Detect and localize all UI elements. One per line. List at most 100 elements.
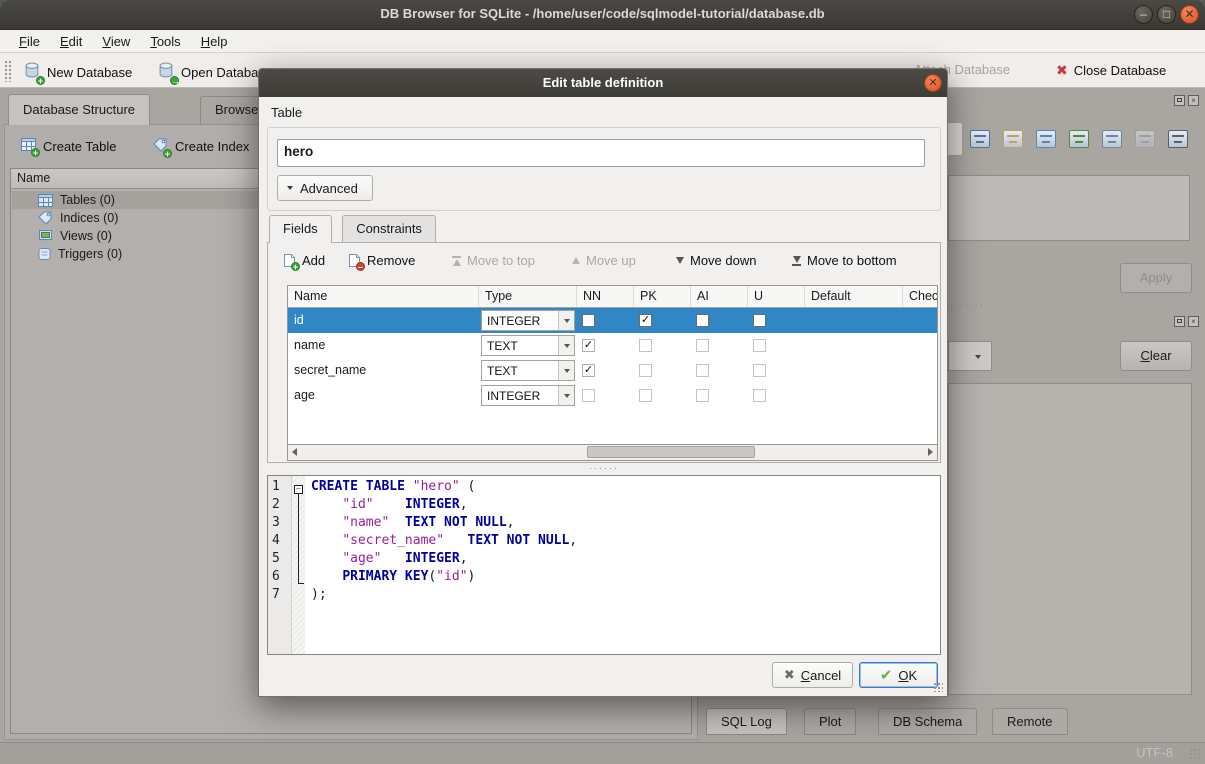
menu-file[interactable]: File	[10, 32, 49, 51]
dock-float-icon[interactable]	[1174, 316, 1185, 327]
create-table-button[interactable]: + Create Table	[14, 134, 123, 158]
sql-preview[interactable]: – 1CREATE TABLE "hero" (2 "id" INTEGER,3…	[267, 475, 941, 655]
column-header-check[interactable]: Check	[903, 286, 938, 307]
column-header-u[interactable]: U	[748, 286, 805, 307]
fold-collapse-icon[interactable]: –	[294, 485, 303, 494]
sql-log-filter-combobox[interactable]	[948, 341, 992, 371]
edit-cell-textarea[interactable]	[948, 175, 1190, 241]
field-check[interactable]	[903, 333, 938, 358]
remove-button[interactable]: –Remove	[342, 250, 421, 271]
dock-close-icon[interactable]: ×	[1188, 316, 1199, 327]
column-header-type[interactable]: Type	[479, 286, 577, 307]
field-name[interactable]: name	[288, 333, 479, 358]
scroll-left-icon[interactable]	[292, 448, 297, 456]
column-header-default[interactable]: Default	[805, 286, 903, 307]
menu-edit[interactable]: Edit	[51, 32, 91, 51]
field-type-select[interactable]: INTEGER	[481, 385, 575, 406]
field-default[interactable]	[805, 383, 903, 408]
column-header-nn[interactable]: NN	[577, 286, 634, 307]
close-icon[interactable]: ✕	[1180, 5, 1199, 24]
move-to-bottom-button[interactable]: Move to bottom	[786, 250, 903, 271]
null-icon[interactable]	[1135, 130, 1155, 148]
dock-splitter[interactable]: ········	[945, 300, 985, 310]
toolbar-grip[interactable]	[4, 60, 11, 82]
checkbox-u[interactable]	[753, 339, 766, 352]
ok-button[interactable]: ✔ OK	[859, 662, 938, 688]
column-header-ai[interactable]: AI	[691, 286, 748, 307]
horizontal-scrollbar[interactable]	[287, 445, 938, 461]
tab-plot[interactable]: Plot	[804, 708, 856, 735]
add-button[interactable]: +Add	[277, 250, 331, 271]
link-icon[interactable]	[1102, 130, 1122, 148]
checkbox-nn[interactable]: ✓	[582, 364, 595, 377]
field-row-name[interactable]: nameTEXT ✓	[288, 333, 938, 358]
open-file-icon[interactable]	[1003, 130, 1023, 148]
field-check[interactable]	[903, 308, 938, 333]
checkbox-nn[interactable]	[582, 389, 595, 402]
dialog-title-bar[interactable]: Edit table definition	[259, 69, 947, 97]
field-name[interactable]: id	[288, 308, 479, 333]
sql-log-view[interactable]	[948, 383, 1192, 695]
dialog-splitter[interactable]: ······	[589, 463, 619, 473]
dialog-tab-constraints[interactable]: Constraints	[342, 215, 436, 242]
checkbox-pk[interactable]	[639, 339, 652, 352]
menu-help[interactable]: Help	[192, 32, 237, 51]
clear-button[interactable]: Clear	[1120, 341, 1192, 371]
tab-sql-log[interactable]: SQL Log	[706, 708, 787, 735]
checkbox-nn[interactable]: ✓	[582, 339, 595, 352]
field-default[interactable]	[805, 333, 903, 358]
print-icon[interactable]	[1168, 130, 1188, 148]
encoding-indicator[interactable]: UTF-8	[1136, 745, 1173, 760]
dialog-close-icon[interactable]: ✕	[924, 74, 942, 92]
dock-close-icon[interactable]: ×	[1188, 95, 1199, 106]
field-default[interactable]	[805, 308, 903, 333]
export-icon[interactable]	[1069, 130, 1089, 148]
checkbox-ai[interactable]	[696, 364, 709, 377]
save-file-icon[interactable]	[1036, 130, 1056, 148]
checkbox-ai[interactable]	[696, 314, 709, 327]
scroll-right-icon[interactable]	[928, 448, 933, 456]
create-index-button[interactable]: + Create Index	[146, 134, 256, 159]
field-check[interactable]	[903, 358, 938, 383]
advanced-button[interactable]: Advanced	[277, 175, 373, 201]
field-check[interactable]	[903, 383, 938, 408]
tab-database-structure[interactable]: Database Structure	[8, 94, 150, 125]
field-default[interactable]	[805, 358, 903, 383]
close-database-button[interactable]: ✖ Close Database	[1050, 58, 1172, 83]
menu-tools[interactable]: Tools	[141, 32, 189, 51]
cancel-button[interactable]: ✖ Cancel	[772, 662, 853, 688]
tab-db-schema[interactable]: DB Schema	[878, 708, 977, 735]
checkbox-ai[interactable]	[696, 389, 709, 402]
field-type-select[interactable]: TEXT	[481, 335, 575, 356]
checkbox-u[interactable]	[753, 314, 766, 327]
tab-remote[interactable]: Remote	[992, 708, 1068, 735]
dock-float-icon[interactable]	[1174, 95, 1185, 106]
maximize-icon[interactable]: □	[1157, 5, 1176, 24]
field-row-id[interactable]: idINTEGER ✓	[288, 308, 938, 333]
menu-view[interactable]: View	[93, 32, 139, 51]
checkbox-pk[interactable]	[639, 364, 652, 377]
table-name-input[interactable]: hero	[277, 139, 925, 167]
checkbox-u[interactable]	[753, 364, 766, 377]
dialog-resize-grip[interactable]	[933, 682, 943, 692]
column-header-pk[interactable]: PK	[634, 286, 691, 307]
column-header-name[interactable]: Name	[288, 286, 479, 307]
field-row-age[interactable]: ageINTEGER	[288, 383, 938, 408]
move-down-button[interactable]: Move down	[670, 250, 762, 271]
field-type-select[interactable]: INTEGER	[481, 310, 575, 331]
field-type-select[interactable]: TEXT	[481, 360, 575, 381]
checkbox-pk[interactable]: ✓	[639, 314, 652, 327]
resize-grip[interactable]	[1189, 748, 1201, 760]
checkbox-ai[interactable]	[696, 339, 709, 352]
dialog-tab-fields[interactable]: Fields	[269, 215, 332, 243]
field-name[interactable]: age	[288, 383, 479, 408]
field-row-secret_name[interactable]: secret_nameTEXT ✓	[288, 358, 938, 383]
checkbox-u[interactable]	[753, 389, 766, 402]
text-mode-icon[interactable]	[970, 130, 990, 148]
checkbox-pk[interactable]	[639, 389, 652, 402]
scrollbar-thumb[interactable]	[587, 446, 756, 458]
checkbox-nn[interactable]	[582, 314, 595, 327]
minimize-icon[interactable]: –	[1134, 5, 1153, 24]
new-database-button[interactable]: + New Database	[18, 58, 138, 86]
field-name[interactable]: secret_name	[288, 358, 479, 383]
